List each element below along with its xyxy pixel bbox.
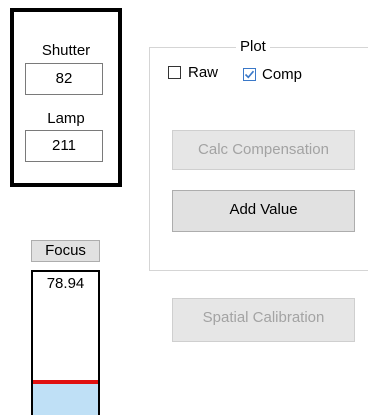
focus-value: 78.94	[46, 275, 85, 292]
raw-checkbox-label[interactable]: Raw	[188, 64, 218, 82]
lamp-label: Lamp	[47, 110, 85, 127]
plot-group-title: Plot	[236, 38, 270, 56]
comp-checkbox[interactable]	[243, 68, 256, 81]
comp-checkbox-label[interactable]: Comp	[262, 66, 302, 84]
lamp-value-field[interactable]: 211	[25, 130, 103, 162]
focus-button[interactable]: Focus	[31, 240, 100, 262]
focus-level-fill	[33, 384, 98, 415]
focus-level-marker	[33, 380, 98, 384]
checkmark-icon	[244, 70, 255, 79]
raw-checkbox[interactable]	[168, 66, 181, 79]
shutter-label: Shutter	[41, 42, 91, 59]
exposure-panel: Shutter 82 Lamp 211	[10, 8, 122, 187]
focus-meter: 78.94	[31, 270, 100, 415]
add-value-button[interactable]: Add Value	[172, 190, 355, 232]
spatial-calibration-button[interactable]: Spatial Calibration	[172, 298, 355, 342]
shutter-value-field[interactable]: 82	[25, 63, 103, 95]
calc-compensation-button[interactable]: Calc Compensation	[172, 130, 355, 170]
